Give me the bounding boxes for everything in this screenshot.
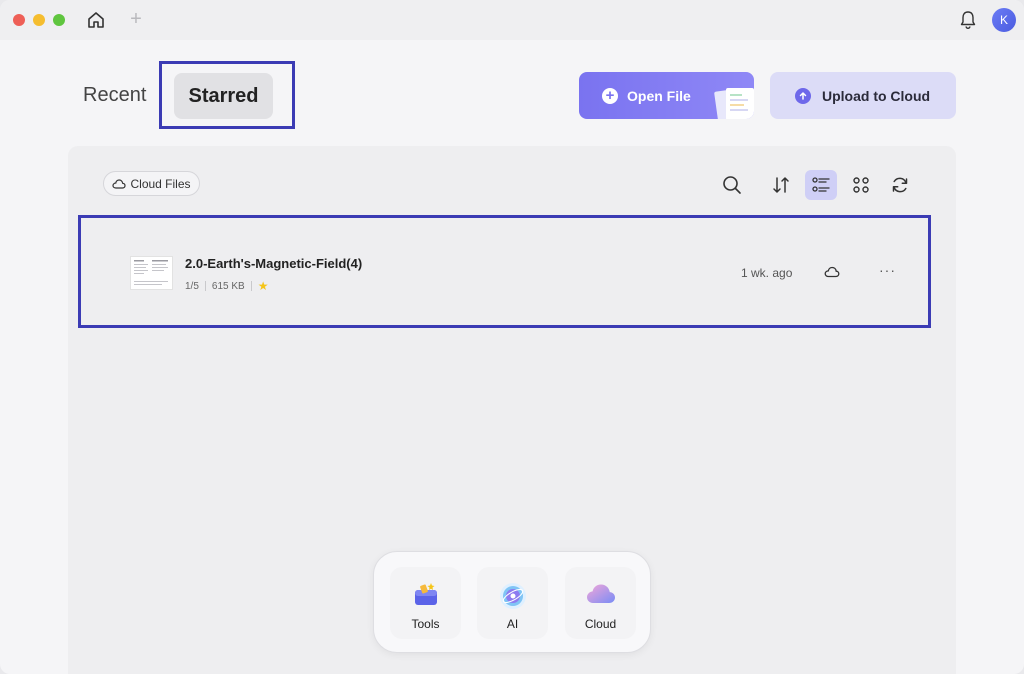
divider [204,281,206,291]
dock-cloud-label: Cloud [584,617,617,631]
refresh-icon [892,177,908,193]
dock-ai-button[interactable]: AI [477,567,548,639]
upload-file-cloud-button[interactable] [824,265,840,284]
file-modified-time: 1 wk. ago [741,266,793,280]
tools-icon [414,583,437,605]
open-file-button[interactable]: + Open File [579,72,754,119]
cloud-icon [824,266,840,278]
home-icon [88,12,104,28]
close-window-button[interactable] [13,14,25,26]
bottom-dock: Tools AI Cloud [373,551,651,653]
avatar[interactable]: K [992,8,1016,32]
dock-tools-button[interactable]: Tools [390,567,461,639]
list-item[interactable] [81,218,928,325]
plus-circle-icon: + [602,87,618,104]
title-bar: + K [0,0,1024,40]
cloud-icon [112,178,127,189]
minimize-window-button[interactable] [33,14,45,26]
cloud-files-filter-button[interactable]: Cloud Files [103,171,200,196]
sort-icon [773,177,789,193]
tab-starred[interactable]: Starred [174,73,273,119]
maximize-window-button[interactable] [53,14,65,26]
notifications-button[interactable] [957,8,979,32]
star-icon[interactable]: ★ [258,279,269,293]
app-window: + K Recent Starred + Open File Upload to… [0,0,1024,674]
file-thumbnail [130,256,173,290]
new-tab-button[interactable]: + [126,9,146,29]
grid-view-button[interactable] [845,170,877,200]
list-view-icon [812,177,830,192]
cloud-files-label: Cloud Files [130,176,191,191]
home-button[interactable] [82,6,110,34]
tab-recent[interactable]: Recent [83,84,146,107]
cloud-icon [586,584,615,603]
search-button[interactable] [716,170,748,200]
refresh-button[interactable] [884,170,916,200]
documents-illustration-icon [714,88,754,119]
dock-tools-label: Tools [411,617,440,631]
dock-ai-label: AI [506,617,519,631]
search-icon [723,176,741,194]
upload-arrow-icon [795,87,811,104]
more-options-button[interactable]: ··· [879,262,896,278]
upload-to-cloud-button[interactable]: Upload to Cloud [770,72,956,119]
list-view-button[interactable] [805,170,837,200]
bell-icon [960,11,976,30]
grid-view-icon [853,177,869,193]
sort-button[interactable] [765,170,797,200]
divider [250,281,252,291]
file-pages: 1/5 [185,280,199,292]
file-name[interactable]: 2.0-Earth's-Magnetic-Field(4) [185,256,362,271]
dock-cloud-button[interactable]: Cloud [565,567,636,639]
open-file-label: Open File [627,87,691,104]
file-meta: 1/5 615 KB ★ [185,279,268,293]
file-size: 615 KB [211,280,245,292]
upload-to-cloud-label: Upload to Cloud [822,87,931,104]
ai-icon [499,583,526,609]
